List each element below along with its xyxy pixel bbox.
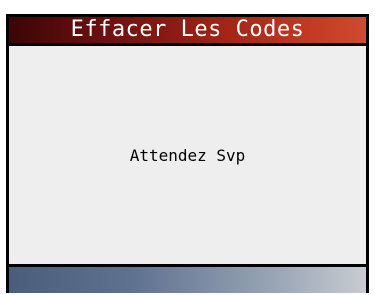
status-message: Attendez Svp: [129, 145, 246, 165]
title-bar: Effacer Les Codes: [9, 17, 366, 43]
bottom-bar: [9, 267, 366, 293]
content-area: Attendez Svp: [9, 46, 366, 264]
screen-title: Effacer Les Codes: [70, 17, 305, 42]
device-screen: Effacer Les Codes Attendez Svp: [6, 14, 369, 293]
